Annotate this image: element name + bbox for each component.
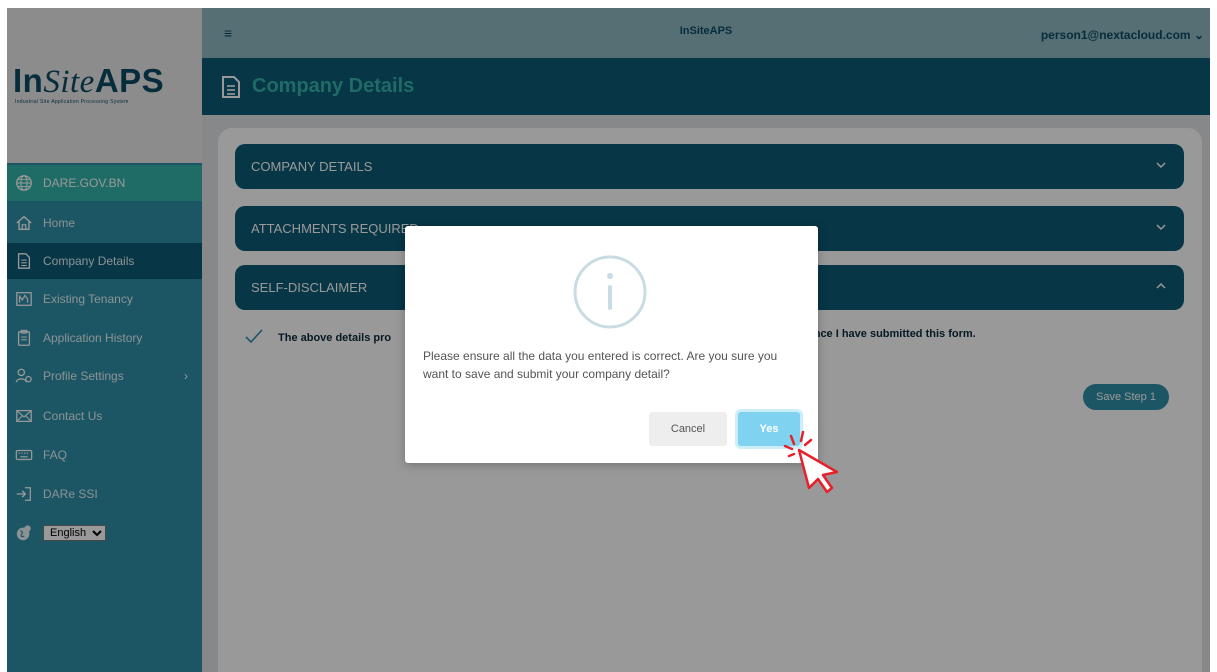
app-frame: InSiteAPS Industrial Site Application Pr… xyxy=(7,8,1210,672)
pointer-cursor-icon xyxy=(777,428,857,498)
info-icon xyxy=(572,254,648,330)
cancel-button[interactable]: Cancel xyxy=(649,412,727,446)
confirm-dialog: Please ensure all the data you entered i… xyxy=(405,226,818,463)
dialog-message: Please ensure all the data you entered i… xyxy=(423,349,778,381)
